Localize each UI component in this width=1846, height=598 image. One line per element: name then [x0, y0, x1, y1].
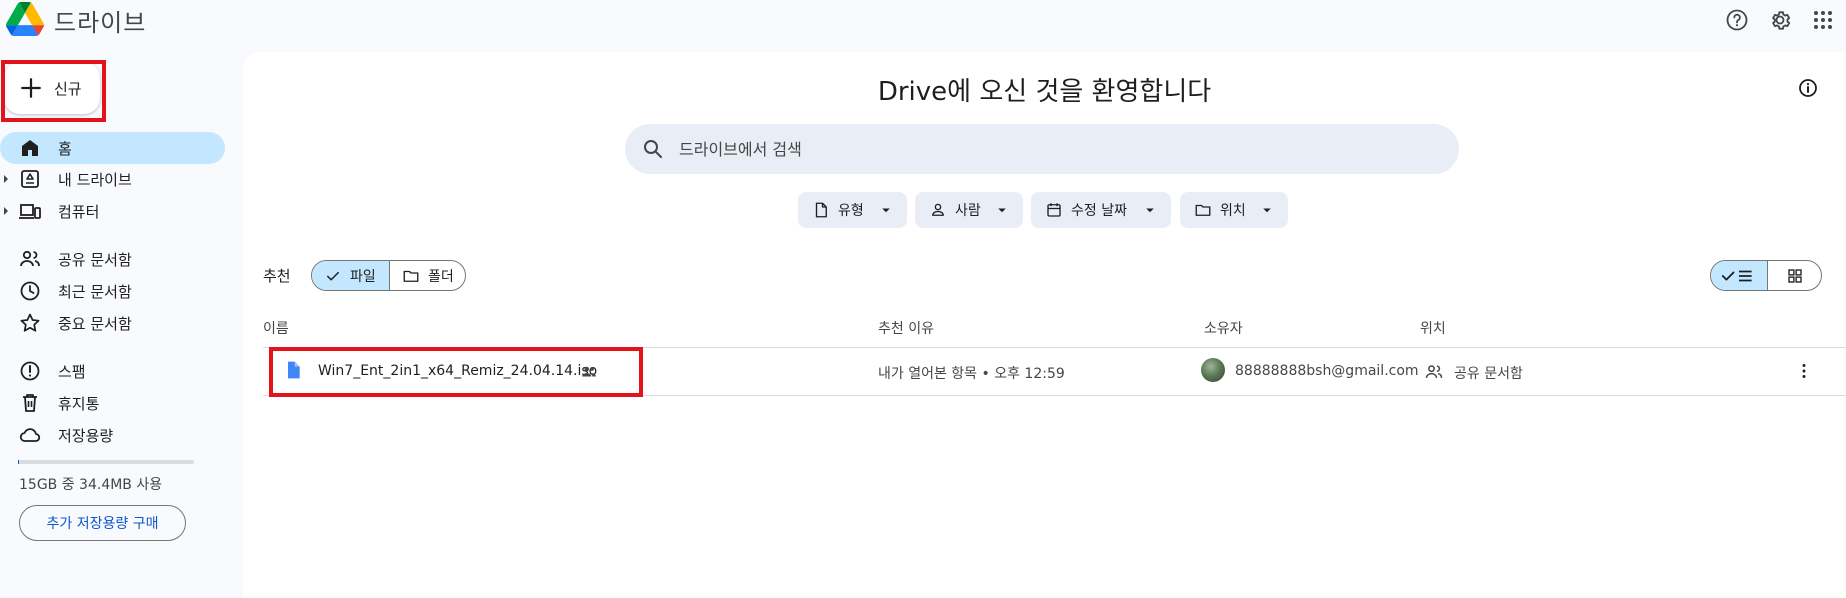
highlight-box-file — [269, 347, 643, 397]
filter-modified-chip[interactable]: 수정 날짜 — [1031, 192, 1171, 228]
column-header-owner: 소유자 — [1204, 321, 1243, 337]
folder-icon — [1194, 201, 1212, 219]
sidebar-item-label: 스팸 — [58, 362, 86, 381]
highlight-box-new — [1, 60, 106, 122]
people-icon — [18, 247, 42, 271]
grid-icon — [1786, 267, 1804, 285]
info-icon[interactable] — [1796, 76, 1820, 100]
folder-icon — [402, 267, 420, 285]
search-bar[interactable] — [625, 124, 1459, 174]
grid-view-button[interactable] — [1768, 261, 1821, 290]
sidebar-item-label: 컴퓨터 — [58, 202, 100, 221]
dropdown-arrow-icon — [877, 201, 895, 219]
sidebar-item-computers[interactable]: 컴퓨터 — [0, 195, 225, 227]
search-input[interactable] — [677, 138, 1381, 160]
search-icon — [641, 137, 665, 161]
sidebar-item-spam[interactable]: 스팸 — [0, 355, 225, 387]
files-toggle-button[interactable]: 파일 — [312, 261, 390, 290]
buy-storage-button[interactable]: 추가 저장용량 구매 — [19, 505, 186, 541]
sidebar-item-home[interactable]: 홈 — [0, 132, 225, 164]
suggested-type-toggle: 파일 폴더 — [311, 260, 466, 291]
folders-toggle-button[interactable]: 폴더 — [390, 261, 465, 290]
person-icon — [929, 201, 947, 219]
storage-progress-fill — [18, 460, 19, 464]
home-icon — [18, 136, 42, 160]
clock-icon — [18, 279, 42, 303]
dropdown-arrow-icon — [993, 201, 1011, 219]
owner-avatar — [1201, 358, 1225, 382]
spam-icon — [18, 359, 42, 383]
files-toggle-label: 파일 — [350, 268, 376, 285]
sidebar-item-trash[interactable]: 휴지통 — [0, 387, 225, 419]
sidebar-item-label: 중요 문서함 — [58, 314, 132, 333]
check-icon — [324, 267, 342, 285]
calendar-icon — [1045, 201, 1063, 219]
filter-location-chip[interactable]: 위치 — [1180, 192, 1288, 228]
filter-label: 사람 — [955, 203, 981, 219]
column-header-name[interactable]: 이름 — [263, 318, 289, 338]
column-header-reason: 추천 이유 — [878, 321, 934, 337]
trash-icon — [18, 391, 42, 415]
view-mode-toggle — [1710, 260, 1822, 291]
more-vert-icon[interactable] — [1793, 360, 1815, 382]
apps-grid-icon[interactable] — [1811, 8, 1835, 32]
dropdown-arrow-icon — [1141, 201, 1159, 219]
drive-logo[interactable] — [6, 2, 44, 36]
expand-arrow-icon[interactable] — [0, 174, 12, 184]
column-header-location: 위치 — [1420, 321, 1446, 337]
storage-progress-bar — [18, 460, 194, 464]
filter-label: 수정 날짜 — [1071, 203, 1127, 219]
suggestion-reason: 내가 열어본 항목 • 오후 12:59 — [878, 366, 1065, 382]
sidebar-item-label: 저장용량 — [58, 426, 114, 445]
file-location: 공유 문서함 — [1454, 366, 1523, 382]
star-icon — [18, 311, 42, 335]
expand-arrow-icon[interactable] — [0, 206, 12, 216]
filter-type-chip[interactable]: 유형 — [798, 192, 907, 228]
my-drive-icon — [18, 167, 42, 191]
app-title: 드라이브 — [54, 9, 147, 37]
settings-gear-icon[interactable] — [1768, 8, 1792, 32]
sidebar-item-my-drive[interactable]: 내 드라이브 — [0, 163, 225, 195]
sidebar-item-label: 공유 문서함 — [58, 250, 132, 269]
sidebar-item-label: 홈 — [58, 139, 72, 158]
folders-toggle-label: 폴더 — [428, 268, 454, 285]
suggested-label: 추천 — [263, 267, 291, 285]
file-icon — [812, 201, 830, 219]
check-list-icon — [1721, 267, 1757, 285]
sidebar-item-shared[interactable]: 공유 문서함 — [0, 243, 225, 275]
sidebar-item-recent[interactable]: 최근 문서함 — [0, 275, 225, 307]
computers-icon — [18, 199, 42, 223]
filter-people-chip[interactable]: 사람 — [915, 192, 1023, 228]
sidebar-item-storage[interactable]: 저장용량 — [0, 419, 225, 451]
dropdown-arrow-icon — [1258, 201, 1276, 219]
sidebar-item-starred[interactable]: 중요 문서함 — [0, 307, 225, 339]
sidebar-item-label: 내 드라이브 — [58, 170, 132, 189]
list-view-button[interactable] — [1711, 261, 1768, 290]
storage-usage-text: 15GB 중 34.4MB 사용 — [19, 477, 163, 493]
sidebar-item-label: 휴지통 — [58, 394, 100, 413]
cloud-icon — [18, 423, 42, 447]
filter-label: 위치 — [1220, 203, 1246, 219]
welcome-title: Drive에 오신 것을 환영합니다 — [877, 77, 1212, 107]
filter-label: 유형 — [838, 203, 864, 219]
people-icon — [1424, 362, 1444, 382]
owner-email: 88888888bsh@gmail.com — [1235, 363, 1419, 379]
sidebar-item-label: 최근 문서함 — [58, 282, 132, 301]
help-icon[interactable] — [1725, 8, 1749, 32]
